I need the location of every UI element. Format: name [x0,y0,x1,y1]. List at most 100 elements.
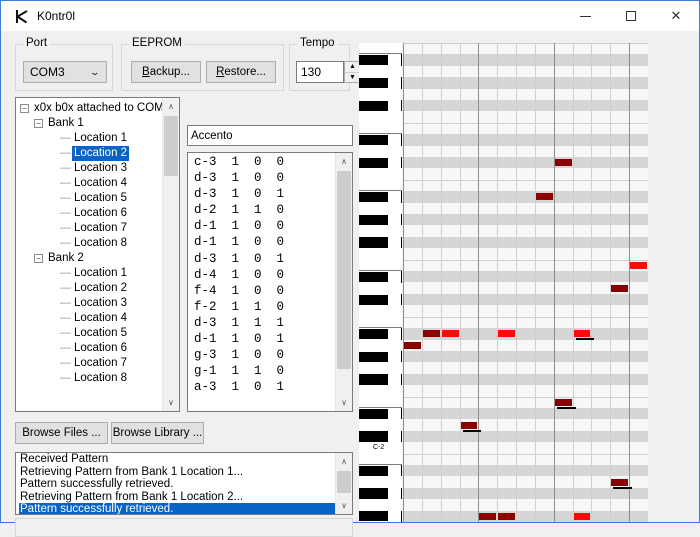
port-select[interactable]: COM3 ⌄ [23,61,107,83]
browse-library-button[interactable]: Browse Library ... [111,422,204,444]
scroll-up-icon[interactable]: ∧ [336,453,352,470]
piano-roll-note[interactable] [611,284,629,292]
piano-black-key[interactable] [359,431,388,442]
note-list[interactable]: c-3 1 0 0 d-3 1 0 0 d-3 1 0 1 d-2 1 1 0 d-1 … [187,152,353,412]
log-row[interactable]: Pattern successfully retrieved. [19,503,335,514]
piano-white-key[interactable] [359,419,402,431]
note-list-row[interactable]: d-1 1 0 1 [194,331,335,347]
tree-item-location-6[interactable]: — Location 6 [20,341,162,356]
piano-black-key[interactable] [359,55,388,66]
piano-black-key[interactable] [359,328,388,339]
piano-white-key[interactable] [359,385,402,397]
scroll-up-icon[interactable]: ∧ [163,98,179,115]
piano-roll-note[interactable] [498,512,516,520]
pattern-name-input[interactable]: Accento [187,125,353,146]
scroll-down-icon[interactable]: ∨ [336,497,352,514]
log-row[interactable]: Pattern successfully retrieved. [19,478,335,491]
piano-black-key[interactable] [359,134,388,146]
piano-roll-note[interactable] [611,478,633,489]
tree-item-location-5[interactable]: — Location 5 [20,191,162,206]
piano-black-key[interactable] [359,294,388,305]
scroll-down-icon[interactable]: ∨ [163,394,179,411]
piano-roll-note[interactable] [404,341,421,349]
tree-item-location-5[interactable]: — Location 5 [20,326,162,341]
piano-white-key[interactable] [359,476,402,488]
browse-files-button[interactable]: Browse Files ... [15,422,108,444]
maximize-button[interactable] [608,1,653,31]
eeprom-restore-button[interactable]: Restore... [206,61,276,83]
piano-white-key[interactable] [359,168,402,180]
note-list-row[interactable]: d-3 1 0 1 [194,251,335,267]
tree-item-bank-2[interactable]: − Bank 2 [20,251,162,266]
piano-black-key[interactable] [359,191,388,203]
tree-item-location-6[interactable]: — Location 6 [20,206,162,221]
piano-white-key[interactable] [359,145,402,158]
piano-black-key[interactable] [359,408,388,419]
log-row[interactable]: Received Pattern [19,453,335,466]
note-list-scrollbar[interactable]: ∧ ∨ [335,153,352,411]
tempo-increment-icon[interactable]: ▲ [345,62,360,73]
tree-item-location-3[interactable]: — Location 3 [20,161,162,176]
eeprom-backup-button[interactable]: Backup... [131,61,201,83]
piano-black-key[interactable] [359,100,388,111]
note-list-row[interactable]: d-3 1 1 1 [194,315,335,331]
log-scrollbar[interactable]: ∧ ∨ [335,453,352,514]
note-list-row[interactable]: d-1 1 0 0 [194,234,335,250]
tree-item-location-4[interactable]: — Location 4 [20,176,162,191]
piano-roll-note[interactable] [422,330,440,338]
note-list-row[interactable]: c-3 1 0 0 [194,154,335,170]
note-list-row[interactable]: a-3 1 0 1 [194,379,335,395]
piano-black-key[interactable] [359,214,388,225]
piano-white-key[interactable] [359,339,402,351]
log-row[interactable]: Retrieving Pattern from Bank 1 Location … [19,466,335,479]
piano-black-key[interactable] [359,488,388,499]
piano-white-key[interactable] [359,65,402,78]
scroll-thumb[interactable] [164,116,178,176]
piano-black-key[interactable] [359,465,388,476]
piano-white-key[interactable] [359,499,402,511]
piano-white-key[interactable] [359,88,402,100]
note-list-row[interactable]: g-3 1 0 0 [194,347,335,363]
piano-black-key[interactable] [359,511,388,522]
tree-item-x0x-b0x-attached-to-com3[interactable]: − x0x b0x attached to COM3 [20,101,170,116]
piano-roll-note[interactable] [460,421,482,432]
piano-white-key[interactable] [359,225,402,237]
piano-roll-note[interactable] [479,512,497,520]
note-list-row[interactable]: d-2 1 1 0 [194,202,335,218]
note-list-row[interactable]: g-1 1 1 0 [194,363,335,379]
scroll-thumb[interactable] [337,471,351,493]
piano-black-key[interactable] [359,237,388,248]
piano-white-key[interactable] [359,282,402,294]
tree-item-location-7[interactable]: — Location 7 [20,221,162,236]
tree-item-location-2[interactable]: — Location 2 [20,146,162,161]
log-list[interactable]: Received Pattern Retrieving Pattern from … [15,452,353,515]
tree-expander-icon[interactable]: − [20,104,29,113]
piano-roll-note[interactable] [630,261,647,269]
piano-roll-note[interactable] [535,193,553,201]
note-list-row[interactable]: d-3 1 0 0 [194,170,335,186]
piano-white-key[interactable] [359,305,402,317]
note-list-row[interactable]: f-4 1 0 0 [194,283,335,299]
scroll-down-icon[interactable]: ∨ [336,394,352,411]
tempo-input[interactable]: 130 [296,61,344,83]
piano-black-key[interactable] [359,351,388,362]
piano-white-key[interactable] [359,122,402,135]
piano-roll-note[interactable] [573,330,595,341]
piano-roll-note[interactable] [441,330,459,338]
piano-white-key[interactable] [359,43,402,55]
note-list-row[interactable]: d-4 1 0 0 [194,267,335,283]
tree-item-location-8[interactable]: — Location 8 [20,371,162,386]
tree-expander-icon[interactable]: − [34,254,43,263]
piano-keyboard[interactable]: C-2 [359,43,402,522]
piano-roll-note[interactable] [498,330,516,338]
piano-white-key[interactable] [359,111,402,123]
tree-expander-icon[interactable]: − [34,119,43,128]
tree-item-location-2[interactable]: — Location 2 [20,281,162,296]
tempo-decrement-icon[interactable]: ▼ [345,73,360,83]
piano-roll-note[interactable] [554,159,572,167]
piano-black-key[interactable] [359,157,388,168]
piano-roll-note[interactable] [554,398,576,409]
piano-black-key[interactable] [359,271,388,282]
piano-black-key[interactable] [359,77,388,89]
piano-white-key[interactable] [359,179,402,192]
